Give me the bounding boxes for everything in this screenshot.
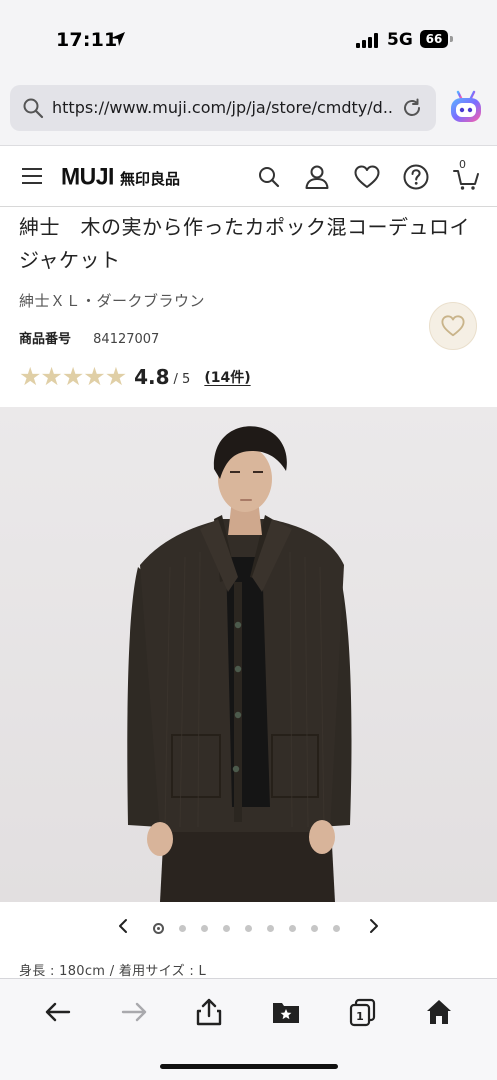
sku-label: 商品番号	[19, 332, 72, 347]
rating-max: / 5	[173, 372, 191, 387]
svg-text:1: 1	[356, 1010, 364, 1023]
product-variant: 紳士ＸＬ・ダークブラウン	[19, 292, 206, 310]
url-text[interactable]: https://www.muji.com/jp/ja/store/cmdty/d…	[52, 98, 392, 117]
star-icon: ★	[104, 362, 128, 391]
rating-row: ★ ★ ★ ★ ★ 4.8 / 5 (14件)	[19, 363, 251, 391]
carousel-dot[interactable]	[179, 924, 186, 932]
reload-icon[interactable]	[400, 96, 424, 120]
status-time: 17:11	[56, 29, 118, 51]
star-icon: ★	[40, 362, 63, 391]
help-icon[interactable]	[402, 163, 430, 191]
carousel-dot[interactable]	[153, 922, 164, 934]
carousel-dot[interactable]	[245, 924, 252, 932]
share-icon[interactable]	[194, 997, 224, 1027]
sku-row: 商品番号 84127007	[19, 328, 159, 347]
star-icon: ★	[61, 362, 85, 391]
menu-icon[interactable]	[22, 167, 42, 185]
cart-icon[interactable]	[452, 163, 480, 191]
favorites-heart-icon[interactable]	[353, 163, 381, 191]
chevron-left-icon[interactable]	[115, 918, 131, 934]
status-bar: 17:11 5G 66	[0, 0, 497, 80]
heart-icon	[441, 315, 465, 337]
rating-value: 4.8	[134, 365, 170, 389]
site-header: MUJI 無印良品 0	[0, 147, 497, 207]
search-icon[interactable]	[255, 163, 283, 191]
cart-count: 0	[459, 158, 466, 171]
carousel-dot[interactable]	[333, 924, 340, 932]
battery-nub	[450, 36, 453, 42]
carousel-dot[interactable]	[267, 924, 274, 932]
product-title: 紳士 木の実から作ったカポック混コーデュロイジャケット	[19, 215, 470, 272]
carousel-dot[interactable]	[201, 924, 208, 932]
bookmarks-folder-icon[interactable]	[271, 997, 301, 1027]
review-count-link[interactable]: (14件)	[204, 367, 250, 387]
model-photo-illustration	[0, 407, 497, 902]
battery-icon: 66	[420, 30, 448, 48]
logo-text-en: MUJI	[61, 162, 114, 190]
search-icon	[23, 98, 44, 119]
star-icon: ★	[83, 362, 106, 391]
muji-logo[interactable]: MUJI 無印良品	[61, 162, 180, 191]
carousel-dot[interactable]	[223, 924, 230, 932]
network-label: 5G	[387, 30, 413, 50]
tabs-icon[interactable]: 1	[348, 997, 378, 1027]
location-arrow-icon	[111, 32, 125, 46]
forward-arrow-icon[interactable]	[119, 997, 149, 1027]
account-icon[interactable]	[303, 163, 331, 191]
back-arrow-icon[interactable]	[43, 997, 73, 1027]
model-size-info: 身長 : 180cm / 着用サイズ : L	[19, 964, 207, 979]
add-favorite-button[interactable]	[429, 302, 477, 350]
image-carousel-nav	[0, 910, 497, 944]
star-icon: ★	[19, 362, 42, 391]
product-photo[interactable]	[0, 407, 497, 902]
assistant-bot-icon[interactable]	[447, 89, 485, 127]
browser-address-row: https://www.muji.com/jp/ja/store/cmdty/d…	[0, 80, 497, 146]
carousel-dot[interactable]	[311, 924, 318, 932]
home-icon[interactable]	[424, 997, 454, 1027]
chevron-right-icon[interactable]	[366, 918, 382, 934]
address-bar[interactable]: https://www.muji.com/jp/ja/store/cmdty/d…	[10, 85, 436, 131]
sku-value: 84127007	[93, 332, 160, 347]
logo-text-jp: 無印良品	[119, 170, 180, 188]
carousel-dots	[153, 922, 355, 934]
carousel-dot[interactable]	[289, 924, 296, 932]
signal-icon	[356, 33, 380, 48]
home-indicator	[160, 1064, 338, 1069]
